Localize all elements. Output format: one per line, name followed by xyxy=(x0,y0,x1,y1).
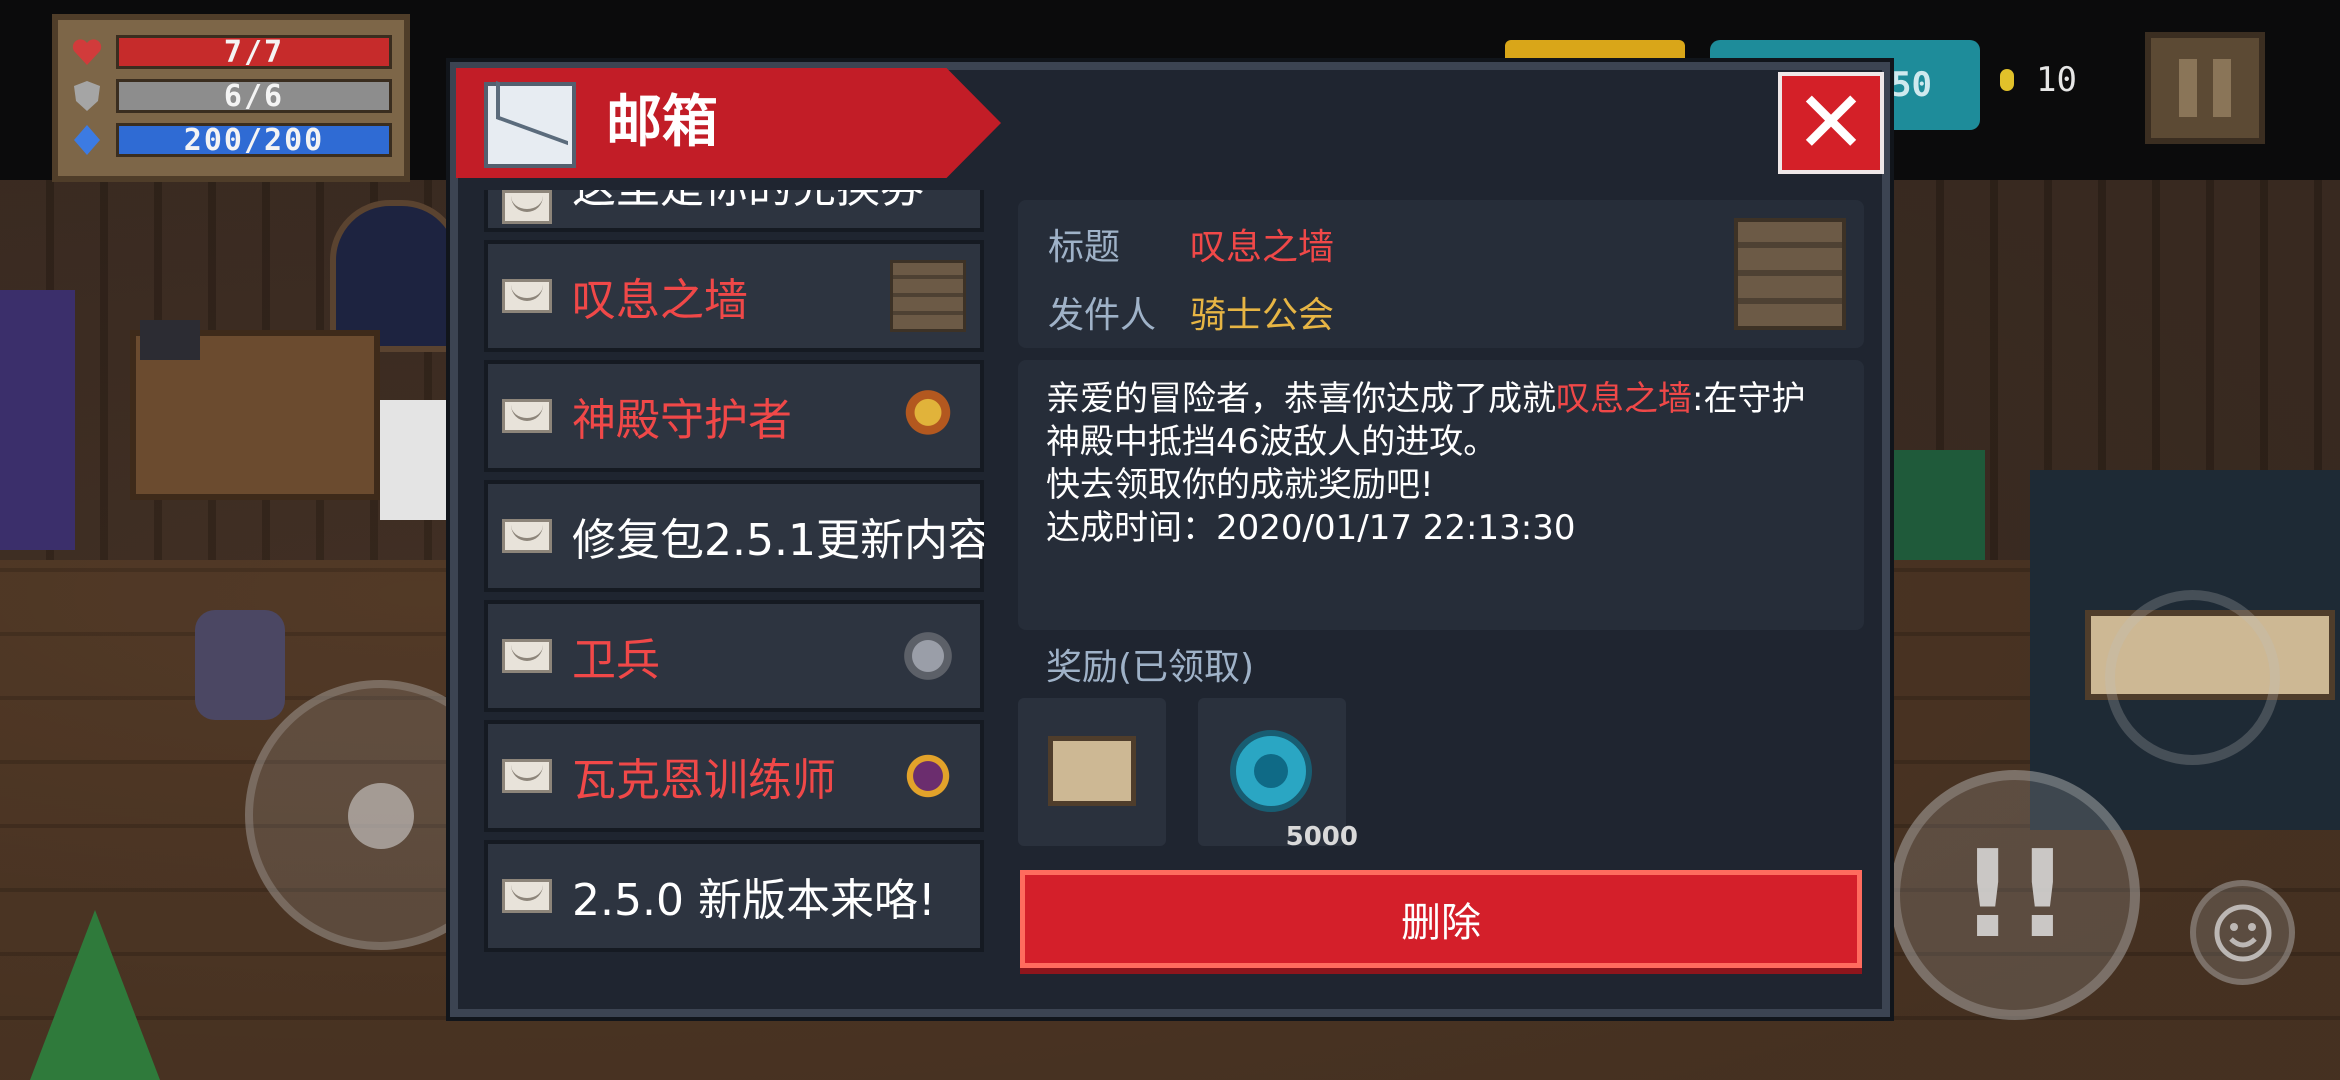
scene-character-cat xyxy=(140,320,200,360)
mail-list[interactable]: 这里是你的兑换券 叹息之墙 神殿守护者 修复包2.5.1更新内容 卫兵 瓦克恩训… xyxy=(484,190,984,1032)
mail-item-wall-of-sighs[interactable]: 叹息之墙 xyxy=(484,240,984,352)
delete-button[interactable]: 删除 xyxy=(1020,870,1862,968)
heart-icon xyxy=(70,35,104,69)
reward-quantity: 5000 xyxy=(1285,822,1358,852)
mail-item-guard[interactable]: 卫兵 xyxy=(484,600,984,712)
energy-crystal-icon xyxy=(70,123,104,157)
body-prefix: 亲爱的冒险者，恭喜你达成了成就 xyxy=(1046,379,1556,419)
pause-button[interactable] xyxy=(2145,32,2265,144)
hp-row: 7/7 xyxy=(70,30,392,74)
mail-item-label: 神殿守护者 xyxy=(572,395,792,446)
reward-slot-scroll xyxy=(1018,698,1166,846)
mail-item-temple-guardian[interactable]: 神殿守护者 xyxy=(484,360,984,472)
scroll-icon xyxy=(1048,736,1136,806)
mailbox-titlebar: 邮箱 xyxy=(456,68,1001,178)
skill-button[interactable] xyxy=(2105,590,2280,765)
mail-body: 亲爱的冒险者，恭喜你达成了成就叹息之墙:在守护神殿中抵挡46波敌人的进攻。 快去… xyxy=(1018,360,1864,630)
body-achievement: 叹息之墙 xyxy=(1556,379,1692,419)
coin-count: 10 xyxy=(2036,60,2077,100)
envelope-icon xyxy=(502,639,552,673)
close-button[interactable]: ✕ xyxy=(1778,72,1884,174)
mail-item-label: 卫兵 xyxy=(572,635,660,686)
mail-item-label: 瓦克恩训练师 xyxy=(572,755,836,806)
coin-icon xyxy=(2000,69,2014,91)
envelope-icon xyxy=(502,279,552,313)
shield-icon xyxy=(70,79,104,113)
energy-bar: 200/200 xyxy=(116,123,392,158)
armor-bar: 6/6 xyxy=(116,79,392,114)
envelope-icon xyxy=(502,519,552,553)
rewards-title: 奖励(已领取) xyxy=(1046,647,1255,688)
temple-guardian-icon xyxy=(890,380,966,452)
mail-item-trainer[interactable]: 瓦克恩训练师 xyxy=(484,720,984,832)
mailbox-title: 邮箱 xyxy=(606,90,718,155)
mail-item-label: 2.5.0 新版本来咯! xyxy=(572,875,936,926)
pause-icon-bar xyxy=(2213,59,2231,117)
scene-cabinet xyxy=(0,290,75,550)
close-icon: ✕ xyxy=(1794,73,1868,173)
body-timestamp: 达成时间：2020/01/17 22:13:30 xyxy=(1046,508,1576,548)
wall-icon xyxy=(890,260,966,332)
armor-row: 6/6 xyxy=(70,74,392,118)
envelope-icon xyxy=(502,190,552,224)
title-value: 叹息之墙 xyxy=(1190,227,1335,268)
scene-character-npc xyxy=(195,610,285,720)
mail-envelope-icon xyxy=(484,82,576,168)
pause-icon xyxy=(2179,59,2197,117)
attack-button[interactable]: !! xyxy=(1890,770,2140,1020)
reward-slot-gems: 5000 xyxy=(1198,698,1358,852)
scene-green-crate xyxy=(1885,450,1985,560)
mailbox-dialog: 邮箱 ✕ 这里是你的兑换券 叹息之墙 神殿守护者 修复包2.5.1更新内容 卫兵 xyxy=(450,62,1890,1017)
sender-label: 发件人 xyxy=(1048,295,1157,336)
trainer-icon xyxy=(890,740,966,812)
mail-item-label: 叹息之墙 xyxy=(572,275,748,326)
energy-row: 200/200 xyxy=(70,118,392,162)
envelope-icon xyxy=(502,759,552,793)
mail-item-label: 修复包2.5.1更新内容 xyxy=(572,515,984,566)
mail-item-patch-notes[interactable]: 修复包2.5.1更新内容 xyxy=(484,480,984,592)
envelope-icon xyxy=(502,399,552,433)
player-stats-panel: 7/7 6/6 200/200 xyxy=(52,14,410,182)
gem-icon xyxy=(1230,730,1312,812)
mail-detail-header: 标题 叹息之墙 发件人 骑士公会 xyxy=(1018,200,1864,348)
sender-value: 骑士公会 xyxy=(1190,295,1335,336)
mail-item-voucher[interactable]: 这里是你的兑换券 xyxy=(484,190,984,232)
envelope-icon xyxy=(502,879,552,913)
mail-item-label: 这里是你的兑换券 xyxy=(572,190,924,215)
mail-item-new-version[interactable]: 2.5.0 新版本来咯! xyxy=(484,840,984,952)
body-line2: 快去领取你的成就奖励吧! xyxy=(1046,465,1434,505)
smile-icon xyxy=(2214,904,2271,961)
attack-icon: !! xyxy=(1960,825,2070,965)
joystick-knob[interactable] xyxy=(348,783,414,849)
wall-icon xyxy=(1734,218,1846,330)
title-label: 标题 xyxy=(1048,227,1121,268)
emote-button[interactable] xyxy=(2190,880,2295,985)
guard-helmet-icon xyxy=(890,620,966,692)
coin-counter: 10 xyxy=(2000,60,2077,100)
hp-bar: 7/7 xyxy=(116,35,392,70)
scene-character-knight xyxy=(380,400,450,520)
